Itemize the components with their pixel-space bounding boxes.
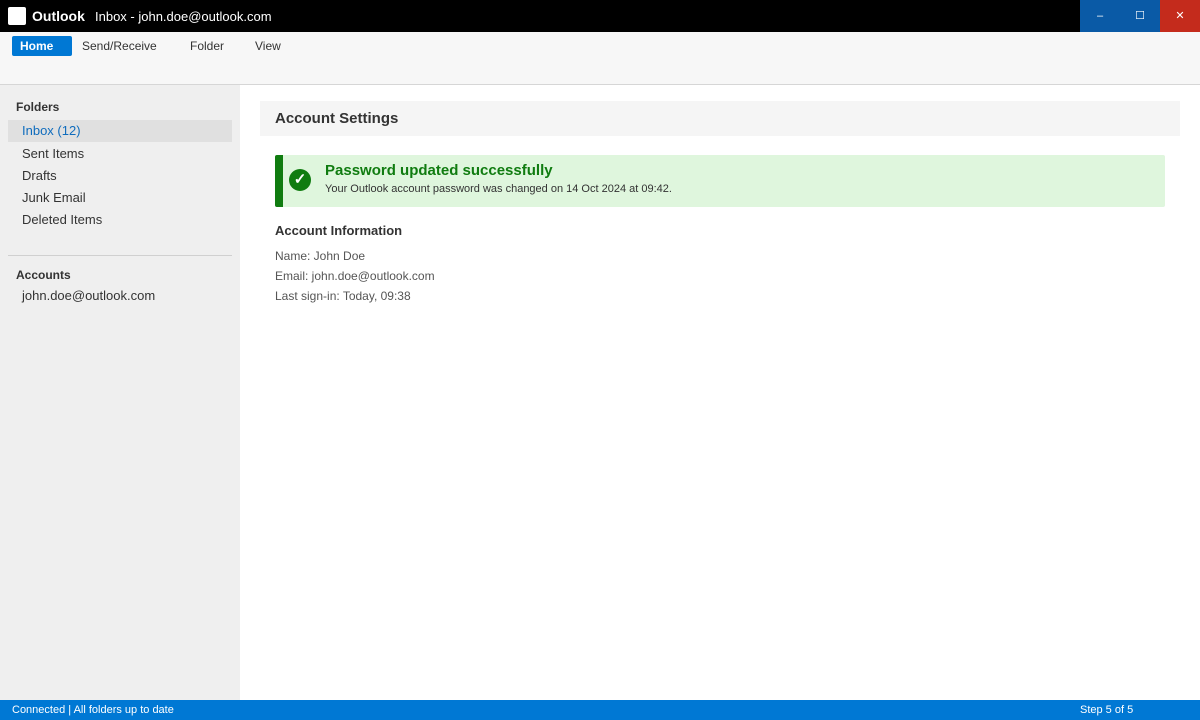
alert-message: Your Outlook account password was change…: [325, 183, 672, 195]
settings-header: Account Settings: [260, 101, 1180, 136]
ribbon: Home Send/Receive Folder View: [0, 32, 1200, 85]
alert-title: Password updated successfully: [325, 162, 553, 179]
check-icon: ✓: [289, 169, 311, 191]
folders-heading: Folders: [16, 100, 60, 114]
sidebar-item-drafts[interactable]: Drafts: [8, 165, 232, 187]
success-alert: ✓ Password updated successfully Your Out…: [275, 155, 1165, 207]
maximize-button[interactable]: ☐: [1120, 0, 1160, 32]
page-title: Account Settings: [275, 110, 399, 127]
account-info-heading: Account Information: [275, 223, 403, 238]
tab-send-receive[interactable]: Send/Receive: [82, 36, 157, 56]
sidebar-item-inbox[interactable]: Inbox (12): [8, 120, 232, 142]
close-button[interactable]: ✕: [1160, 0, 1200, 32]
main-panel: Account Settings ✓ Password updated succ…: [240, 85, 1200, 700]
last-sign-in: Last sign-in: Today, 09:38: [275, 289, 411, 303]
tab-folder[interactable]: Folder: [190, 36, 224, 56]
outlook-logo-icon: [8, 7, 26, 25]
tab-view[interactable]: View: [255, 36, 281, 56]
title-bar: Outlook Inbox - john.doe@outlook.com – ☐…: [0, 0, 1200, 32]
app-name: Outlook: [32, 8, 85, 24]
status-bar: Connected | All folders up to date Step …: [0, 700, 1200, 720]
sidebar-item-deleted-items[interactable]: Deleted Items: [8, 209, 232, 231]
connection-status: Connected | All folders up to date: [12, 704, 174, 716]
window-title: Inbox - john.doe@outlook.com: [95, 9, 272, 24]
tab-home[interactable]: Home: [12, 36, 72, 56]
step-indicator: Step 5 of 5: [1080, 704, 1134, 716]
sidebar-item-account[interactable]: john.doe@outlook.com: [8, 285, 232, 307]
accounts-heading: Accounts: [16, 268, 71, 282]
sidebar-divider: [8, 255, 232, 256]
minimize-button[interactable]: –: [1080, 0, 1120, 32]
sidebar: Folders Inbox (12) Sent Items Drafts Jun…: [0, 85, 240, 700]
sidebar-item-junk-email[interactable]: Junk Email: [8, 187, 232, 209]
sidebar-item-sent-items[interactable]: Sent Items: [8, 143, 232, 165]
account-email: Email: john.doe@outlook.com: [275, 269, 435, 283]
account-name: Name: John Doe: [275, 249, 366, 263]
